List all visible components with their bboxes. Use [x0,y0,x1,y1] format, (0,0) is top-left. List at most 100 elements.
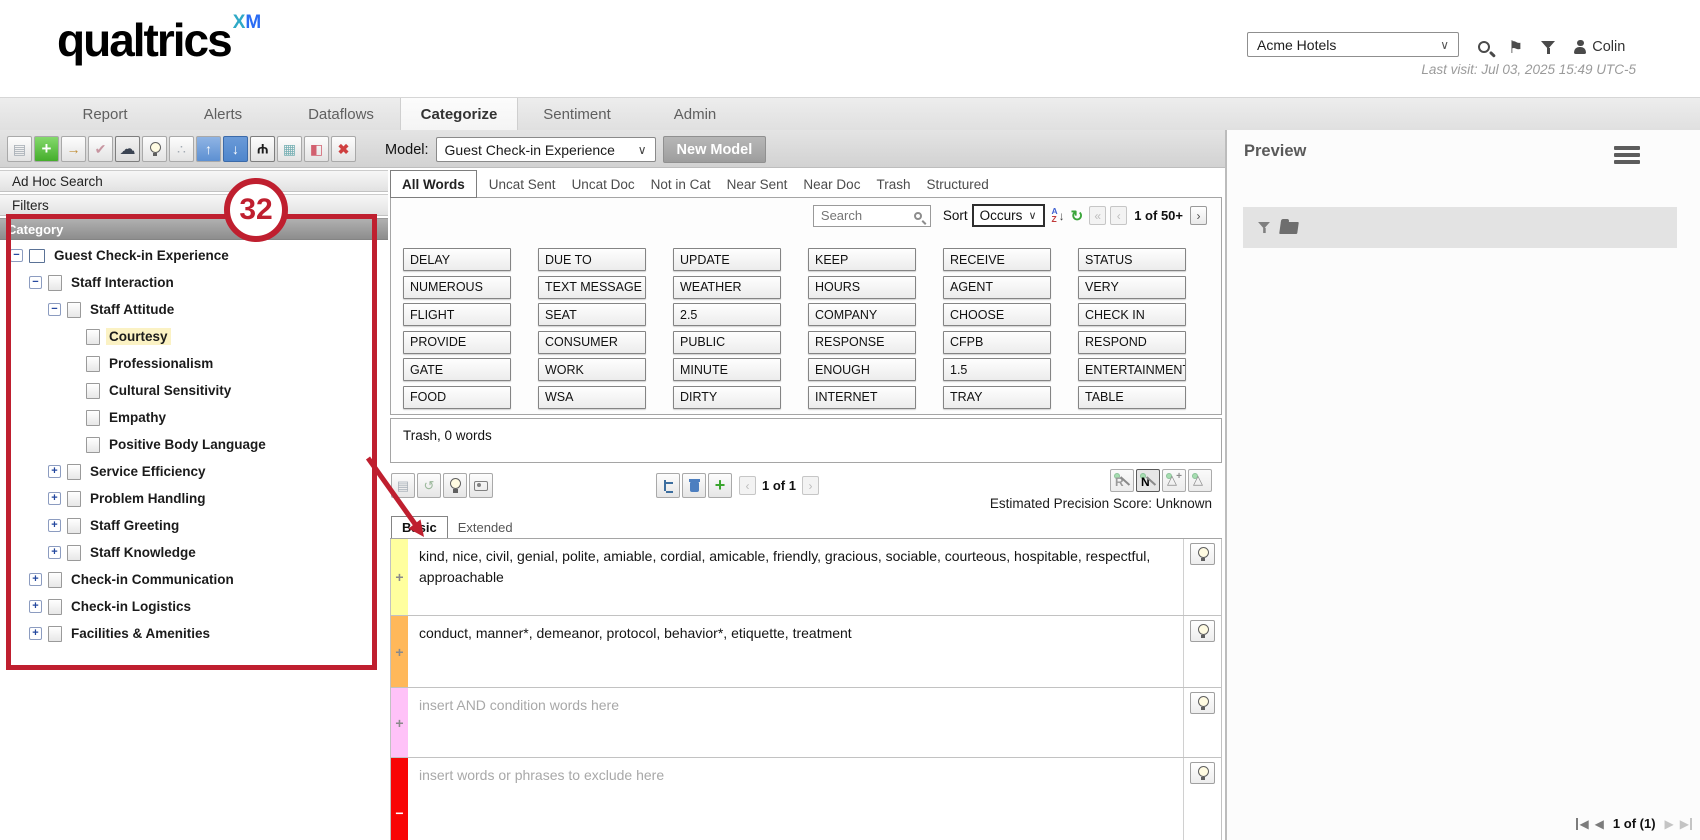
delta-plus-icon[interactable]: △+ [1162,469,1186,492]
refresh-icon[interactable]: ↻ [1071,207,1084,225]
filter-icon[interactable] [1541,40,1555,55]
word-chip-food[interactable]: FOOD [403,386,511,409]
category-tree-icon[interactable] [656,473,680,498]
rule-text-input[interactable]: insert AND condition words here [408,688,1183,757]
word-chip-work[interactable]: WORK [538,358,646,381]
search-input[interactable] [819,207,914,224]
move-up-icon[interactable]: ↑ [196,136,221,162]
new-model-button[interactable]: New Model [663,136,767,163]
tab-categorize[interactable]: Categorize [400,98,518,130]
word-chip-flight[interactable]: FLIGHT [403,303,511,326]
prev-rule-icon[interactable]: ‹ [739,476,756,495]
word-tab-uncat-doc[interactable]: Uncat Doc [564,177,643,192]
next-doc-icon[interactable]: ▶ [1665,818,1674,830]
account-selector[interactable]: Acme Hotels ∨ [1247,32,1459,57]
suggest-words-icon[interactable] [1190,692,1215,714]
save-icon[interactable]: ▤ [7,136,32,162]
prev-page-icon[interactable]: ‹ [1110,206,1127,225]
word-tab-not-in-cat[interactable]: Not in Cat [643,177,719,192]
move-down-icon[interactable]: ↓ [223,136,248,162]
hierarchy-icon[interactable]: Ψ [250,136,275,162]
word-chip-numerous[interactable]: NUMEROUS [403,276,511,299]
word-chip-provide[interactable]: PROVIDE [403,331,511,354]
org-chart-icon[interactable]: ∴ [169,136,194,162]
word-chip-company[interactable]: COMPANY [808,303,916,326]
word-chip-text-message[interactable]: TEXT MESSAGE [538,276,646,299]
flag-icon[interactable]: ⚑ [1508,39,1523,56]
word-chip-cfpb[interactable]: CFPB [943,331,1051,354]
rule-strip-add-icon[interactable]: + [391,688,408,757]
first-doc-icon[interactable]: ◀ [1576,818,1588,830]
word-chip-weather[interactable]: WEATHER [673,276,781,299]
suggest-words-icon[interactable] [1190,762,1215,784]
word-chip-keep[interactable]: KEEP [808,248,916,271]
rule-tab-extended[interactable]: Extended [448,516,523,538]
first-page-icon[interactable]: « [1089,206,1106,225]
tab-alerts[interactable]: Alerts [164,98,282,130]
word-chip-delay[interactable]: DELAY [403,248,511,271]
word-tab-all-words[interactable]: All Words [390,170,477,198]
word-tab-trash[interactable]: Trash [868,177,918,192]
tab-sentiment[interactable]: Sentiment [518,98,636,130]
merge-categories-icon[interactable]: ◧ [304,136,329,162]
delta-icon[interactable]: △ [1188,469,1212,492]
save-rule-icon[interactable]: ▤ [391,473,415,498]
word-chip-dirty[interactable]: DIRTY [673,386,781,409]
word-chip-respond[interactable]: RESPOND [1078,331,1186,354]
word-chip-update[interactable]: UPDATE [673,248,781,271]
preview-filter-bar[interactable] [1243,207,1677,248]
word-chip-minute[interactable]: MINUTE [673,358,781,381]
user-menu[interactable]: Colin [1573,39,1625,55]
word-chip-status[interactable]: STATUS [1078,248,1186,271]
trash-icon[interactable] [682,473,706,498]
prev-doc-icon[interactable]: ◀ [1595,818,1604,830]
sort-direction-icon[interactable]: AZ↓ [1052,208,1065,223]
delete-document-icon[interactable]: ✖ [331,136,356,162]
add-category-icon[interactable]: + [34,136,59,162]
word-tab-uncat-sent[interactable]: Uncat Sent [481,177,564,192]
word-chip-wsa[interactable]: WSA [538,386,646,409]
next-rule-icon[interactable]: › [802,476,819,495]
rule-strip-add-icon[interactable]: − [391,758,408,840]
rule-tab-basic[interactable]: Basic [391,516,448,538]
word-chip-due-to[interactable]: DUE TO [538,248,646,271]
word-chip-gate[interactable]: GATE [403,358,511,381]
word-chip-agent[interactable]: AGENT [943,276,1051,299]
word-chip-check-in[interactable]: CHECK IN [1078,303,1186,326]
export-document-icon[interactable]: → [61,136,86,162]
word-chip-very[interactable]: VERY [1078,276,1186,299]
word-chip-consumer[interactable]: CONSUMER [538,331,646,354]
word-chip-choose[interactable]: CHOOSE [943,303,1051,326]
trash-drop-zone[interactable]: Trash, 0 words [390,418,1222,463]
word-chip-tray[interactable]: TRAY [943,386,1051,409]
sheep-icon[interactable]: ☁ [115,136,140,162]
word-chip-2-5[interactable]: 2.5 [673,303,781,326]
tab-dataflows[interactable]: Dataflows [282,98,400,130]
word-chip-hours[interactable]: HOURS [808,276,916,299]
sidebar-section-ad-hoc-search[interactable]: Ad Hoc Search [0,170,388,192]
recall-score-icon[interactable]: R [1110,469,1134,492]
rule-text-input[interactable]: insert words or phrases to exclude here [408,758,1183,840]
precision-score-icon[interactable]: N [1136,469,1160,492]
word-chip-table[interactable]: TABLE [1078,386,1186,409]
rule-text-input[interactable]: kind, nice, civil, genial, polite, amiab… [408,539,1183,615]
word-chip-public[interactable]: PUBLIC [673,331,781,354]
word-tab-structured[interactable]: Structured [918,177,996,192]
grid-icon[interactable]: ▦ [277,136,302,162]
sort-selector[interactable]: Occurs ∨ [972,204,1045,227]
menu-icon[interactable] [1614,146,1640,167]
suggest-words-icon[interactable] [1190,543,1215,565]
word-chip-internet[interactable]: INTERNET [808,386,916,409]
lightbulb-icon[interactable] [142,136,167,162]
suggest-words-icon[interactable] [1190,620,1215,642]
model-selector[interactable]: Guest Check-in Experience ∨ [436,137,656,162]
word-chip-receive[interactable]: RECEIVE [943,248,1051,271]
tab-admin[interactable]: Admin [636,98,754,130]
word-chip-enough[interactable]: ENOUGH [808,358,916,381]
search-icon[interactable] [1478,41,1490,53]
add-rule-icon[interactable]: + [708,473,732,498]
word-tab-near-sent[interactable]: Near Sent [719,177,796,192]
tab-report[interactable]: Report [46,98,164,130]
sidebar-section-filters[interactable]: Filters [0,194,388,216]
word-chip-1-5[interactable]: 1.5 [943,358,1051,381]
